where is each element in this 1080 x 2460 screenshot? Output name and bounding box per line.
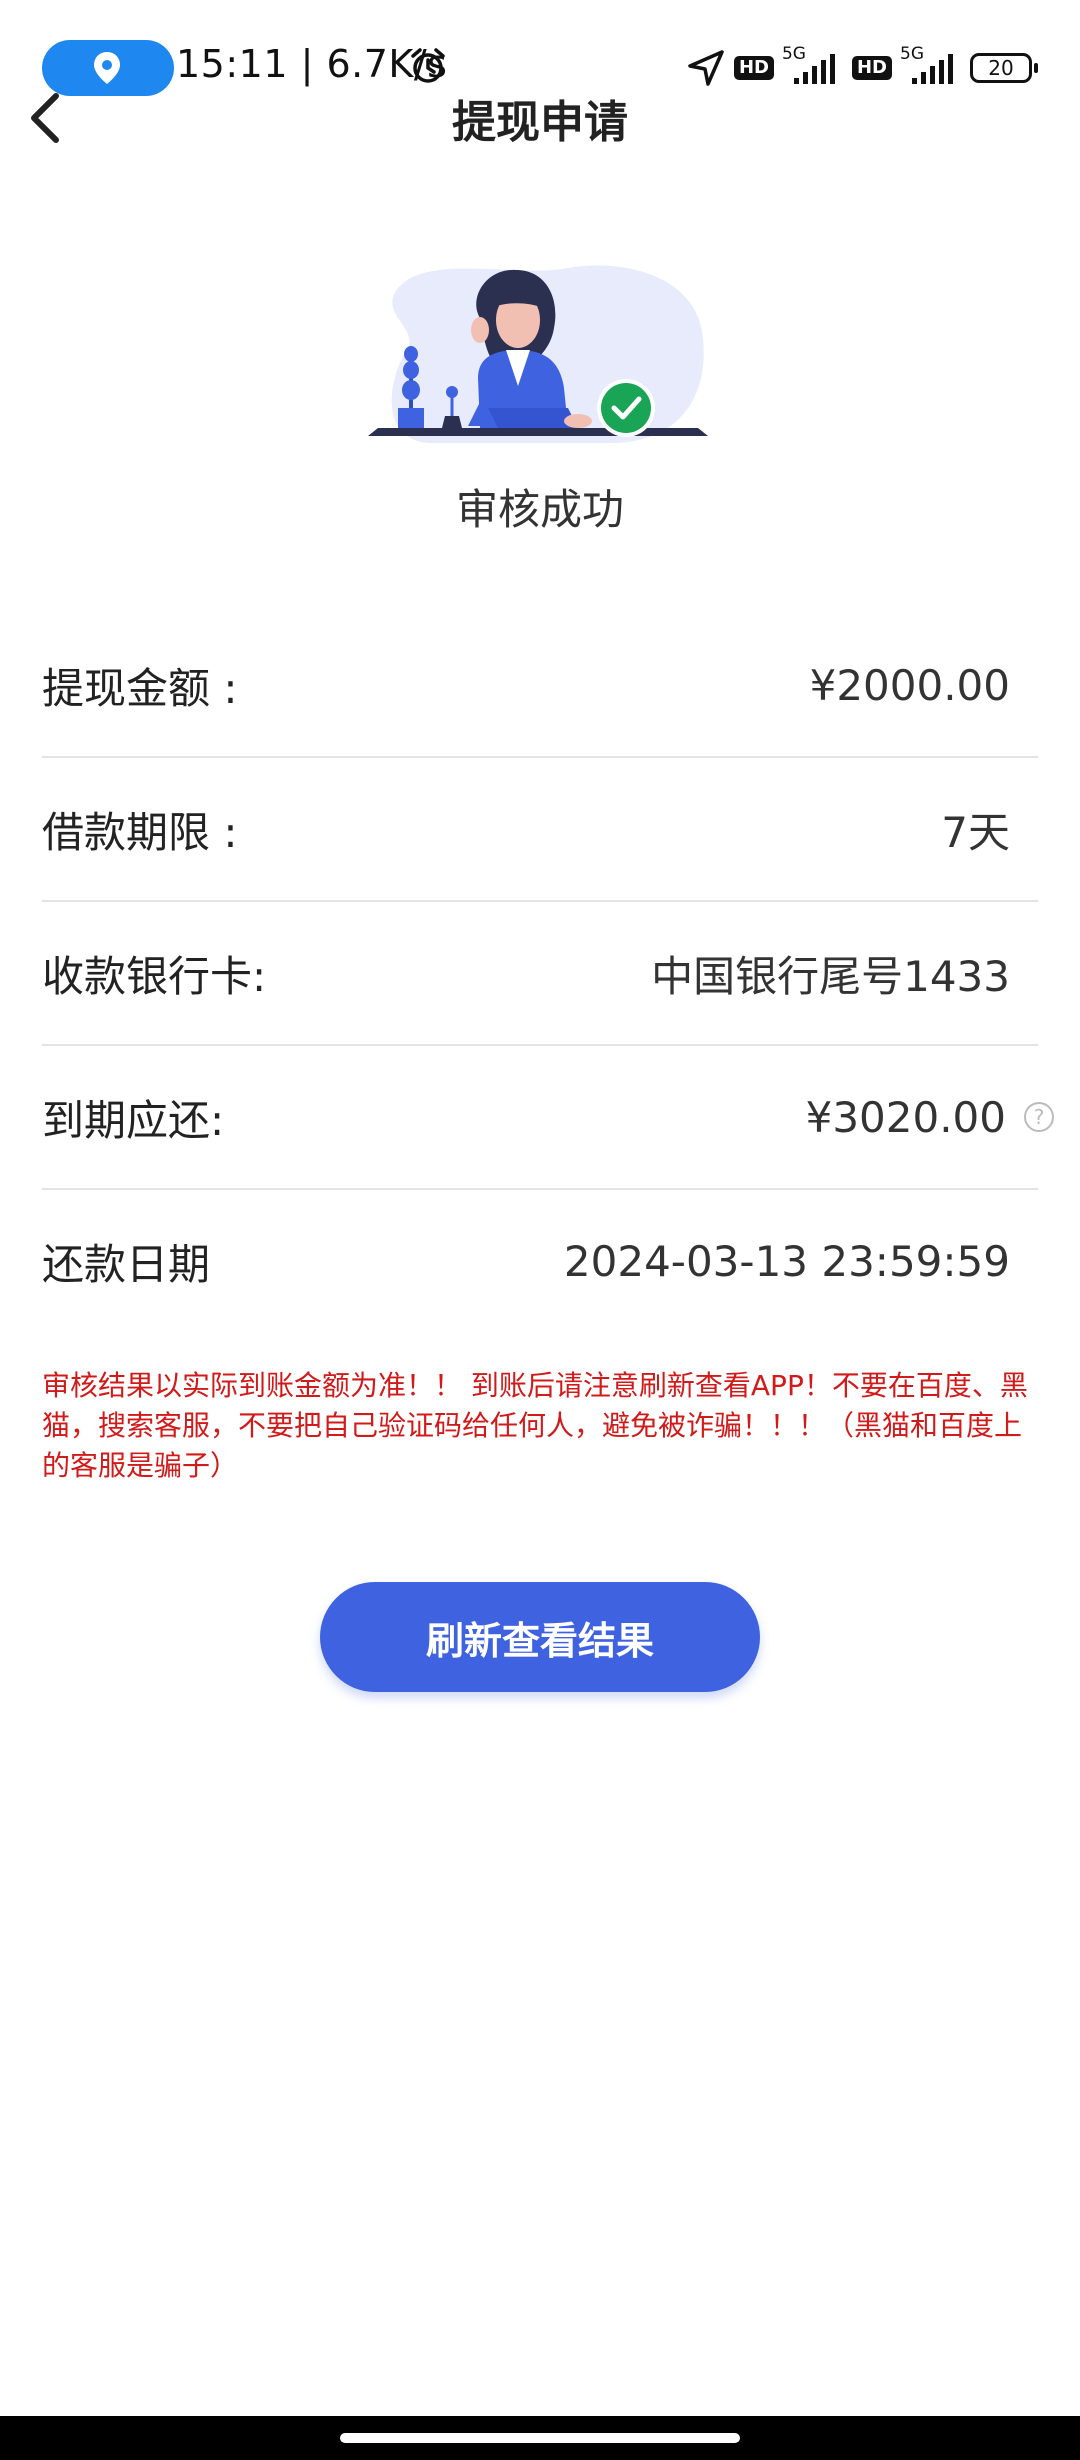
detail-row-term: 借款期限 : 7天 (42, 758, 1038, 902)
alarm-icon (411, 48, 445, 83)
detail-row-repay-date: 还款日期 2024-03-13 23:59:59 (42, 1190, 1038, 1332)
detail-row-due-amount: 到期应还: ¥3020.00 ? (42, 1046, 1054, 1190)
help-icon[interactable]: ? (1024, 1102, 1054, 1132)
page-title: 提现申请 (452, 97, 628, 148)
signal-icon: 5G (782, 44, 844, 88)
detail-value: ¥2000.00 (809, 660, 1010, 710)
signal-icon-2: 5G (900, 44, 962, 88)
detail-label: 收款银行卡: (42, 951, 267, 1001)
hd-badge-2: HD (851, 56, 892, 80)
detail-label: 借款期限 : (42, 807, 238, 857)
detail-row-bank-card: 收款银行卡: 中国银行尾号1433 (42, 902, 1038, 1046)
detail-label: 还款日期 (42, 1239, 211, 1289)
detail-label: 提现金额 : (42, 663, 238, 713)
status-icons: HD 5G HD 5G 20 (686, 44, 1038, 90)
review-success-illustration (368, 265, 708, 443)
refresh-result-button[interactable]: 刷新查看结果 (320, 1582, 760, 1692)
battery-icon: 20 (970, 53, 1038, 83)
location-pin-icon (94, 52, 120, 84)
detail-value: 7天 (941, 807, 1010, 857)
home-indicator[interactable] (340, 2433, 740, 2443)
hd-badge: HD (733, 56, 774, 80)
detail-row-amount: 提现金额 : ¥2000.00 (42, 614, 1038, 758)
detail-value: ¥3020.00 (805, 1092, 1006, 1142)
withdrawal-details: 提现金额 : ¥2000.00 借款期限 : 7天 收款银行卡: 中国银行尾号1… (42, 614, 1054, 1332)
status-time-speed: 15:11 | 6.7K/s (176, 42, 448, 86)
battery-level: 20 (988, 56, 1014, 80)
detail-value: 中国银行尾号1433 (651, 951, 1010, 1001)
detail-value-wrap: ¥3020.00 ? (806, 1093, 1054, 1142)
navigation-arrow-icon (688, 50, 724, 86)
review-status: 审核成功 (455, 485, 624, 534)
warning-notice: 审核结果以实际到账金额为准！！ 到账后请注意刷新查看APP！不要在百度、黑猫，搜… (42, 1369, 1028, 1482)
detail-value: 2024-03-13 23:59:59 (563, 1236, 1010, 1286)
detail-label: 到期应还: (42, 1095, 225, 1145)
